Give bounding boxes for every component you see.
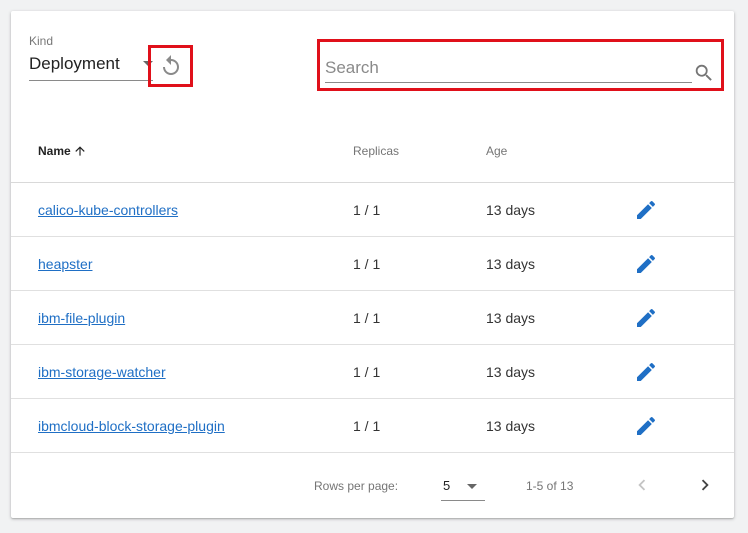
column-header-name[interactable]: Name — [38, 144, 87, 158]
kind-label: Kind — [29, 34, 54, 48]
refresh-button[interactable] — [148, 45, 193, 87]
column-header-replicas: Replicas — [353, 144, 400, 158]
search-icon[interactable] — [693, 62, 715, 84]
next-page-button[interactable] — [694, 474, 716, 496]
age-value: 13 days — [486, 310, 536, 326]
age-value: 13 days — [486, 418, 536, 434]
deployment-name-link[interactable]: ibm-file-plugin — [38, 310, 125, 326]
table-body: calico-kube-controllers 1 / 1 13 days heaps… — [11, 183, 734, 453]
edit-icon[interactable] — [634, 306, 658, 330]
table-row: ibm-storage-watcher 1 / 1 13 days — [11, 345, 734, 399]
deployment-name-link[interactable]: heapster — [38, 256, 92, 272]
deployment-name-link[interactable]: ibm-storage-watcher — [38, 364, 166, 380]
rows-per-page-dropdown[interactable]: 5 — [441, 473, 485, 501]
table-header: Name Replicas Age — [11, 119, 734, 183]
replicas-value: 1 / 1 — [353, 418, 381, 434]
search-input[interactable] — [325, 53, 692, 83]
replicas-value: 1 / 1 — [353, 202, 381, 218]
deployment-name-link[interactable]: calico-kube-controllers — [38, 202, 178, 218]
table-row: ibm-file-plugin 1 / 1 13 days — [11, 291, 734, 345]
edit-icon[interactable] — [634, 414, 658, 438]
replicas-value: 1 / 1 — [353, 256, 381, 272]
deployments-card: Kind Deployment Name Replicas — [11, 11, 734, 518]
edit-icon[interactable] — [634, 252, 658, 276]
age-value: 13 days — [486, 364, 536, 380]
column-header-age: Age — [486, 144, 508, 158]
age-value: 13 days — [486, 256, 536, 272]
search-area — [317, 39, 724, 91]
column-name-label: Name — [38, 144, 71, 158]
table-row: calico-kube-controllers 1 / 1 13 days — [11, 183, 734, 237]
kind-value: Deployment — [29, 54, 120, 73]
rows-per-page-label: Rows per page: — [314, 479, 399, 493]
chevron-down-icon — [467, 484, 477, 489]
edit-icon[interactable] — [634, 198, 658, 222]
replicas-value: 1 / 1 — [353, 310, 381, 326]
replicas-value: 1 / 1 — [353, 364, 381, 380]
pagination: Rows per page: 5 1-5 of 13 — [11, 453, 734, 518]
page-range: 1-5 of 13 — [526, 479, 574, 493]
refresh-icon — [162, 55, 179, 75]
kind-dropdown[interactable]: Deployment — [29, 51, 153, 81]
rows-per-page-value: 5 — [443, 478, 451, 493]
arrow-up-icon — [75, 146, 85, 156]
age-value: 13 days — [486, 202, 536, 218]
toolbar: Kind Deployment — [11, 11, 734, 119]
edit-icon[interactable] — [634, 360, 658, 384]
deployment-name-link[interactable]: ibmcloud-block-storage-plugin — [38, 418, 225, 434]
previous-page-button[interactable] — [631, 474, 653, 496]
deployments-table: Name Replicas Age calico-kube-controller… — [11, 119, 734, 453]
table-row: heapster 1 / 1 13 days — [11, 237, 734, 291]
table-row: ibmcloud-block-storage-plugin 1 / 1 13 day… — [11, 399, 734, 453]
